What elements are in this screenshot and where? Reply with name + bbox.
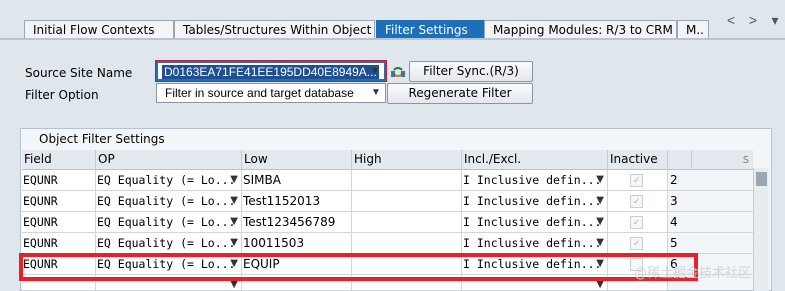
low-cell-text: Test123456789 bbox=[243, 215, 336, 229]
tab-prev-icon[interactable]: < bbox=[722, 12, 740, 28]
op-cell-text: EQ Equality (= Lo... bbox=[97, 236, 236, 250]
tab-mapping-modules[interactable]: Mapping Modules: R/3 to CRM bbox=[484, 20, 677, 39]
group-title: Object Filter Settings bbox=[39, 132, 165, 146]
low-cell[interactable]: 10011503 bbox=[242, 233, 352, 254]
field-cell[interactable]: EQUNR bbox=[22, 233, 96, 254]
incl-excl-cell-text: I Inclusive defin... bbox=[463, 194, 602, 208]
row-number-text: 2 bbox=[670, 173, 678, 187]
inactive-checkbox[interactable]: ✓ bbox=[630, 216, 643, 229]
high-cell[interactable] bbox=[352, 233, 462, 254]
high-cell[interactable] bbox=[352, 170, 462, 191]
row-number: 2 bbox=[668, 170, 753, 191]
source-site-label: Source Site Name bbox=[25, 66, 133, 80]
inactive-cell[interactable]: ✓ bbox=[608, 233, 668, 254]
tab-tables-structures[interactable]: Tables/Structures Within Object bbox=[174, 20, 375, 39]
op-cell-text: EQ Equality (= Lo... bbox=[97, 215, 236, 229]
scrollbar-thumb[interactable] bbox=[756, 172, 767, 186]
sync-icon[interactable] bbox=[389, 63, 407, 81]
row-number-text: 5 bbox=[670, 236, 678, 250]
inactive-checkbox[interactable]: ✓ bbox=[630, 195, 643, 208]
incl-excl-cell[interactable]: I Inclusive defin... ▼ bbox=[462, 212, 608, 233]
col-header-blank bbox=[668, 150, 692, 170]
high-cell[interactable] bbox=[352, 212, 462, 233]
field-cell-text: EQUNR bbox=[23, 173, 58, 187]
inactive-cell[interactable]: ✓ bbox=[608, 191, 668, 212]
chevron-down-icon: ▼ bbox=[370, 66, 380, 77]
field-cell-text: EQUNR bbox=[23, 215, 58, 229]
filter-option-select[interactable]: Filter in source and target database ▼ bbox=[156, 83, 386, 103]
op-cell[interactable]: EQ Equality (= Lo... ▼ bbox=[96, 191, 242, 212]
incl-excl-cell-text: I Inclusive defin... bbox=[463, 173, 602, 187]
chevron-down-icon: ▼ bbox=[596, 195, 604, 206]
tab-more[interactable]: M.. bbox=[677, 20, 709, 39]
field-cell-text: EQUNR bbox=[23, 236, 58, 250]
highlight-annotation bbox=[19, 253, 698, 281]
incl-excl-cell-text: I Inclusive defin... bbox=[463, 236, 602, 250]
op-cell[interactable]: EQ Equality (= Lo... ▼ bbox=[96, 233, 242, 254]
row-number-text: 3 bbox=[670, 194, 678, 208]
row-number-text: 4 bbox=[670, 215, 678, 229]
col-header-op[interactable]: OP bbox=[96, 150, 242, 170]
chevron-down-icon: ▼ bbox=[596, 174, 604, 185]
chevron-down-icon: ▼ bbox=[371, 87, 381, 98]
col-header-field[interactable]: Field bbox=[22, 150, 96, 170]
op-cell-text: EQ Equality (= Lo... bbox=[97, 173, 236, 187]
low-cell-text: Test1152013 bbox=[243, 194, 321, 208]
watermark: @稀土掘金技术社区 bbox=[634, 266, 752, 281]
low-cell[interactable]: SIMBA bbox=[242, 170, 352, 191]
filter-option-value: Filter in source and target database bbox=[165, 86, 354, 100]
filter-form: Source Site Name D0163EA71FE41EE195DD40E… bbox=[0, 40, 785, 124]
chevron-down-icon: ▼ bbox=[230, 237, 238, 248]
field-cell-text: EQUNR bbox=[23, 194, 58, 208]
inactive-cell[interactable]: ✓ bbox=[608, 212, 668, 233]
regenerate-filter-button[interactable]: Regenerate Filter bbox=[387, 83, 533, 104]
row-number: 3 bbox=[668, 191, 753, 212]
inactive-cell[interactable]: ✓ bbox=[608, 170, 668, 191]
filter-option-label: Filter Option bbox=[25, 88, 99, 102]
incl-excl-cell[interactable]: I Inclusive defin... ▼ bbox=[462, 191, 608, 212]
filter-sync-button[interactable]: Filter Sync.(R/3) bbox=[409, 61, 533, 82]
field-cell[interactable]: EQUNR bbox=[22, 191, 96, 212]
vertical-scrollbar[interactable] bbox=[753, 168, 769, 291]
col-header-low[interactable]: Low bbox=[242, 150, 352, 170]
op-cell-text: EQ Equality (= Lo... bbox=[97, 194, 236, 208]
low-cell-text: SIMBA bbox=[243, 173, 281, 187]
chevron-down-icon: ▼ bbox=[596, 216, 604, 227]
chevron-down-icon: ▼ bbox=[230, 174, 238, 185]
inactive-checkbox[interactable]: ✓ bbox=[630, 174, 643, 187]
col-header-more: s bbox=[692, 150, 753, 170]
tab-strip: Initial Flow Contexts Tables/Structures … bbox=[0, 0, 785, 40]
row-number: 5 bbox=[668, 233, 753, 254]
tab-menu-icon[interactable]: ▾ bbox=[766, 12, 784, 28]
chevron-down-icon: ▼ bbox=[230, 195, 238, 206]
chevron-down-icon: ▼ bbox=[596, 237, 604, 248]
op-cell[interactable]: EQ Equality (= Lo... ▼ bbox=[96, 212, 242, 233]
field-cell[interactable]: EQUNR bbox=[22, 212, 96, 233]
source-site-select[interactable]: D0163EA71FE41EE195DD40E8949A... ▼ bbox=[155, 60, 387, 82]
row-number: 4 bbox=[668, 212, 753, 233]
col-header-high[interactable]: High bbox=[352, 150, 462, 170]
inactive-checkbox[interactable]: ✓ bbox=[630, 237, 643, 250]
tab-next-icon[interactable]: > bbox=[744, 12, 762, 28]
op-cell[interactable]: EQ Equality (= Lo... ▼ bbox=[96, 170, 242, 191]
incl-excl-cell[interactable]: I Inclusive defin... ▼ bbox=[462, 170, 608, 191]
col-header-incl-excl[interactable]: Incl./Excl. bbox=[462, 150, 608, 170]
col-header-inactive[interactable]: Inactive bbox=[608, 150, 668, 170]
low-cell[interactable]: Test123456789 bbox=[242, 212, 352, 233]
incl-excl-cell-text: I Inclusive defin... bbox=[463, 215, 602, 229]
tab-initial-flow-contexts[interactable]: Initial Flow Contexts bbox=[24, 20, 174, 39]
field-cell[interactable]: EQUNR bbox=[22, 170, 96, 191]
tab-filter-settings[interactable]: Filter Settings bbox=[376, 20, 484, 39]
chevron-down-icon: ▼ bbox=[230, 216, 238, 227]
low-cell[interactable]: Test1152013 bbox=[242, 191, 352, 212]
high-cell[interactable] bbox=[352, 191, 462, 212]
source-site-value: D0163EA71FE41EE195DD40E8949A... bbox=[162, 65, 379, 79]
low-cell-text: 10011503 bbox=[243, 236, 305, 250]
incl-excl-cell[interactable]: I Inclusive defin... ▼ bbox=[462, 233, 608, 254]
